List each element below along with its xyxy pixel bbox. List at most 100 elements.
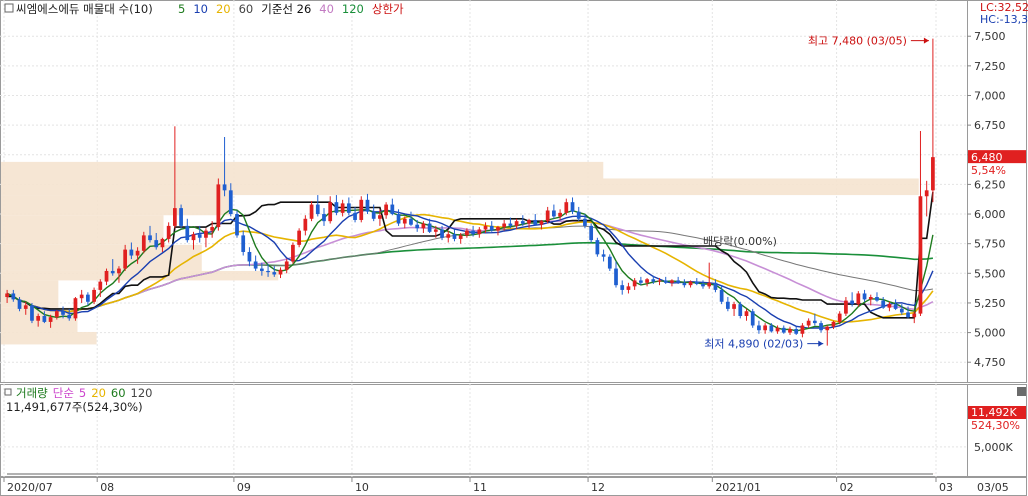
candle-body-14: [92, 289, 96, 302]
candle-body-25: [160, 238, 165, 248]
candle-body-146: [912, 313, 917, 318]
candle-body-53: [334, 202, 339, 213]
candle-body-70: [440, 229, 444, 238]
candle-body-129: [806, 320, 811, 326]
candle-body-117: [732, 304, 736, 309]
candle-body-9: [61, 311, 65, 315]
candle-body-69: [433, 229, 438, 232]
candle-body-40: [253, 261, 258, 269]
candle-46: [291, 242, 295, 264]
candle-body-33: [210, 227, 215, 231]
candle-body-106: [663, 280, 668, 283]
candle-body-122: [763, 325, 767, 331]
candle-97: [607, 254, 612, 271]
price-tick-5: 6,250: [974, 178, 1006, 191]
candle-body-86: [539, 221, 544, 225]
current-price-value: 6,480: [971, 151, 1003, 164]
volume-box-icon[interactable]: [4, 388, 12, 396]
candle-body-45: [284, 261, 289, 270]
candle-body-124: [775, 327, 780, 332]
candle-body-97: [607, 256, 612, 269]
candle-body-148: [924, 190, 929, 197]
candle-body-109: [682, 282, 687, 286]
header-box-icon[interactable]: [4, 3, 14, 13]
candle-body-139: [868, 297, 873, 300]
profile-bar-6: [1, 195, 231, 216]
candle-body-75: [471, 230, 475, 235]
ma-legend-0: 5: [178, 2, 185, 16]
volume-legend-2: 5: [79, 386, 86, 400]
candle-body-60: [378, 215, 382, 219]
candle-body-58: [365, 199, 370, 212]
candle-body-56: [353, 212, 357, 220]
candle-120: [750, 308, 755, 328]
candle-body-82: [514, 221, 519, 226]
x-label-8: 03: [939, 481, 953, 494]
candle-body-92: [576, 211, 581, 219]
candle-body-6: [42, 315, 47, 322]
ma-legend-2: 20: [216, 2, 231, 16]
price-tick-8: 5,500: [974, 267, 1006, 280]
candle-body-144: [899, 308, 904, 313]
candle-body-22: [141, 235, 146, 251]
candle-body-67: [421, 223, 426, 229]
candle-body-20: [129, 249, 134, 256]
candle-body-15: [98, 281, 103, 290]
candle-body-34: [216, 184, 221, 228]
candle-body-99: [620, 285, 625, 290]
candle-body-18: [117, 268, 121, 274]
candle-body-12: [79, 294, 84, 299]
volume-tick-0: 5,000K: [974, 441, 1013, 454]
volume-close-icon[interactable]: [1017, 387, 1026, 396]
candle-body-61: [384, 204, 388, 216]
candle-body-116: [725, 301, 730, 309]
chart-header: 씨엠에스에듀 매물대 수(10) 5 10 20 60 기준선 26 40 120 상한가: [4, 2, 404, 16]
candle-body-49: [309, 204, 314, 219]
candle-body-16: [104, 270, 109, 282]
candle-body-90: [564, 202, 569, 213]
stock-chart: 7,5007,2507,0006,7506,5006,2506,0005,750…: [0, 0, 1028, 496]
candle-body-65: [409, 218, 413, 225]
volume-axis-ticks: 5,000K: [974, 441, 1013, 454]
candle-body-28: [179, 208, 183, 226]
x-label-3: 10: [355, 481, 369, 494]
x-label-6: 2021/01: [715, 481, 761, 494]
x-label-1: 08: [100, 481, 114, 494]
candle-body-5: [36, 315, 41, 321]
candle-118: [738, 301, 743, 319]
candle-body-11: [73, 298, 78, 319]
ma-legend-7: 상한가: [372, 2, 404, 16]
candle-body-145: [906, 312, 910, 318]
candle-body-88: [552, 210, 556, 217]
candle-body-143: [893, 304, 898, 309]
candle-body-8: [54, 311, 59, 318]
candle-body-72: [452, 234, 457, 239]
current-change-value: 5,54%: [971, 164, 1006, 177]
candle-body-55: [346, 203, 351, 213]
candle-body-51: [322, 214, 326, 222]
profile-bar-0: [1, 331, 97, 345]
candle-94: [589, 223, 594, 243]
price-tick-11: 4,750: [974, 356, 1006, 369]
candle-body-91: [570, 202, 575, 212]
candle-body-111: [694, 281, 699, 284]
price-tick-3: 6,750: [974, 119, 1006, 132]
price-tick-9: 5,250: [974, 297, 1006, 310]
candle-body-27: [173, 208, 177, 226]
candle-body-107: [670, 280, 674, 283]
candle-body-114: [713, 282, 718, 290]
candle-body-62: [390, 204, 395, 215]
candle-body-96: [601, 254, 606, 257]
price-tick-10: 5,000: [974, 327, 1006, 340]
price-tick-2: 7,000: [974, 89, 1006, 102]
candle-body-31: [197, 234, 202, 238]
candle-body-128: [800, 325, 805, 334]
price-tick-1: 7,250: [974, 60, 1006, 73]
candle-body-41: [259, 268, 264, 271]
candle-body-83: [520, 221, 525, 224]
candle-body-137: [856, 293, 861, 305]
candle-body-19: [123, 249, 128, 269]
candle-body-112: [701, 283, 705, 287]
candle-body-136: [850, 300, 854, 305]
candle-28: [179, 204, 183, 229]
